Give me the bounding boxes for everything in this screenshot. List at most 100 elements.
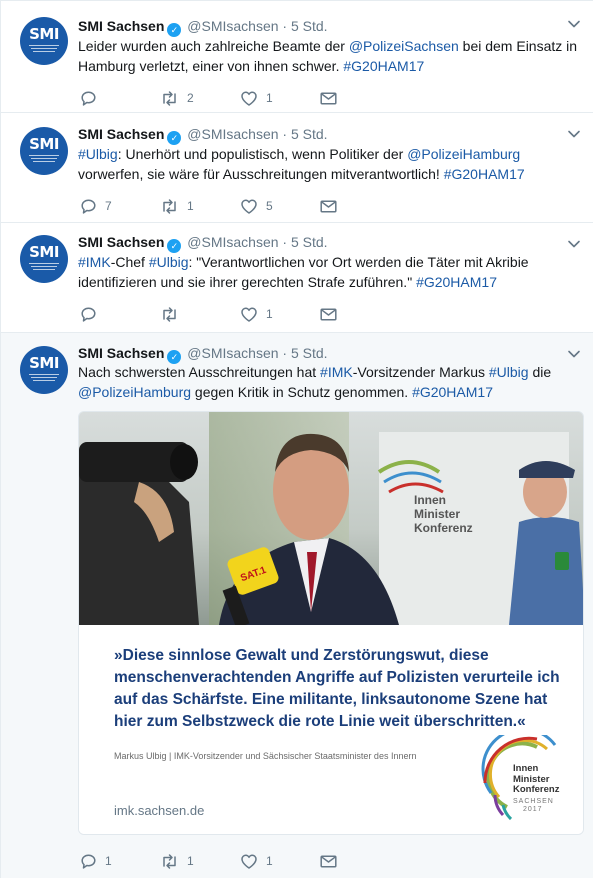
avatar-letters: SMI <box>29 243 59 261</box>
tweet-text: #IMK-Chef #Ulbig: "Verantwortlichen vor … <box>78 253 583 292</box>
tweet-timestamp[interactable]: 5 Std. <box>291 18 328 34</box>
account-handle[interactable]: @SMIsachsen <box>187 234 278 250</box>
retweet-count: 1 <box>187 854 194 868</box>
reply-button[interactable] <box>80 304 105 324</box>
verified-icon: ✓ <box>167 239 182 253</box>
separator-dot: · <box>282 345 288 361</box>
avatar[interactable]: SMI <box>20 127 68 175</box>
direct-message-icon <box>320 199 337 214</box>
avatar-subtext-line <box>33 380 55 381</box>
avatar-subtext-line <box>31 158 57 159</box>
retweet-button[interactable]: 2 <box>160 88 194 108</box>
timeline: SMI SMI Sachsen ✓ @SMIsachsen · 5 Std. Le… <box>0 0 593 878</box>
tweet-text-segment: Nach schwersten Ausschreitungen hat <box>78 364 321 380</box>
hashtag-link[interactable]: #G20HAM17 <box>412 384 493 400</box>
hashtag-link[interactable]: #Ulbig <box>149 254 189 270</box>
chevron-down-icon[interactable] <box>567 17 581 31</box>
hashtag-link[interactable]: #IMK <box>78 254 111 270</box>
chevron-down-icon[interactable] <box>567 347 581 361</box>
svg-text:Minister: Minister <box>414 507 460 521</box>
mention-link[interactable]: @PolizeiHamburg <box>78 384 191 400</box>
like-count: 5 <box>266 199 273 213</box>
verified-icon: ✓ <box>167 131 182 145</box>
tweet-header: SMI Sachsen ✓ @SMIsachsen · 5 Std. <box>78 233 328 253</box>
direct-message-button[interactable] <box>320 851 337 871</box>
retweet-button[interactable] <box>160 304 187 324</box>
avatar-subtext-line <box>29 155 59 156</box>
reply-icon <box>80 198 97 215</box>
retweet-icon <box>160 198 179 215</box>
reply-count: 7 <box>105 199 112 213</box>
imk-logo-line: Innen <box>513 763 539 774</box>
tweet[interactable]: SMI SMI Sachsen ✓ @SMIsachsen · 5 Std. Na… <box>1 333 593 878</box>
hashtag-link[interactable]: #G20HAM17 <box>416 274 497 290</box>
hashtag-link[interactable]: #IMK <box>320 364 353 380</box>
tweet-timestamp[interactable]: 5 Std. <box>291 345 328 361</box>
like-button[interactable]: 1 <box>240 851 273 871</box>
verified-icon: ✓ <box>167 350 182 364</box>
tweet-actions: 7 1 5 <box>78 196 378 216</box>
card-domain[interactable]: imk.sachsen.de <box>114 803 204 818</box>
retweet-button[interactable]: 1 <box>160 196 194 216</box>
direct-message-button[interactable] <box>320 88 337 108</box>
hashtag-link[interactable]: #Ulbig <box>78 146 118 162</box>
account-handle[interactable]: @SMIsachsen <box>187 18 278 34</box>
avatar[interactable]: SMI <box>20 235 68 283</box>
account-handle[interactable]: @SMIsachsen <box>187 345 278 361</box>
reply-button[interactable]: 7 <box>80 196 112 216</box>
tweet-header: SMI Sachsen ✓ @SMIsachsen · 5 Std. <box>78 344 328 364</box>
tweet-text-segment: : Unerhört und populistisch, wenn Politi… <box>117 146 408 162</box>
account-name[interactable]: SMI Sachsen <box>78 345 164 361</box>
tweet-text: Leider wurden auch zahlreiche Beamte der… <box>78 37 583 76</box>
hashtag-link[interactable]: #G20HAM17 <box>444 166 525 182</box>
retweet-button[interactable]: 1 <box>160 851 194 871</box>
tweet-actions: 1 1 1 <box>78 851 378 871</box>
hashtag-link[interactable]: #Ulbig <box>489 364 529 380</box>
tweet[interactable]: SMI SMI Sachsen ✓ @SMIsachsen · 5 Std. Le… <box>1 0 593 113</box>
tweet-text-segment: -Vorsitzender Markus <box>352 364 489 380</box>
link-card[interactable]: Innen Minister Konferenz SAT.1 »Diese si… <box>78 411 584 835</box>
mention-link[interactable]: @PolizeiSachsen <box>349 38 459 54</box>
direct-message-button[interactable] <box>320 304 337 324</box>
tweet-text-segment: -Chef <box>110 254 149 270</box>
tweet-header: SMI Sachsen ✓ @SMIsachsen · 5 Std. <box>78 17 328 37</box>
reply-icon <box>80 853 97 870</box>
card-quote: »Diese sinnlose Gewalt und Zerstörungswu… <box>114 647 560 730</box>
account-handle[interactable]: @SMIsachsen <box>187 126 278 142</box>
tweet-actions: 2 1 <box>78 88 378 108</box>
account-name[interactable]: SMI Sachsen <box>78 126 164 142</box>
avatar[interactable]: SMI <box>20 17 68 65</box>
avatar[interactable]: SMI <box>20 346 68 394</box>
imk-logo-sub-line: 2017 <box>523 806 543 813</box>
tweet-text-segment: Leider wurden auch zahlreiche Beamte der <box>78 38 349 54</box>
avatar-letters: SMI <box>29 25 59 43</box>
account-name[interactable]: SMI Sachsen <box>78 18 164 34</box>
reply-button[interactable]: 1 <box>80 851 112 871</box>
like-button[interactable]: 1 <box>240 88 273 108</box>
tweet[interactable]: SMI SMI Sachsen ✓ @SMIsachsen · 5 Std. #U… <box>1 113 593 223</box>
like-icon <box>240 90 258 107</box>
chevron-down-icon[interactable] <box>567 127 581 141</box>
chevron-down-icon[interactable] <box>567 237 581 251</box>
reply-button[interactable] <box>80 88 105 108</box>
imk-logo-text: Innen Minister Konferenz <box>513 763 559 796</box>
tweet[interactable]: SMI SMI Sachsen ✓ @SMIsachsen · 5 Std. #I… <box>1 223 593 333</box>
direct-message-button[interactable] <box>320 196 337 216</box>
account-name[interactable]: SMI Sachsen <box>78 234 164 250</box>
tweet-timestamp[interactable]: 5 Std. <box>291 234 328 250</box>
avatar-subtext-line <box>33 161 55 162</box>
svg-text:Konferenz: Konferenz <box>414 521 473 535</box>
mention-link[interactable]: @PolizeiHamburg <box>407 146 520 162</box>
hashtag-link[interactable]: #G20HAM17 <box>343 58 424 74</box>
card-photo[interactable]: Innen Minister Konferenz SAT.1 <box>79 412 583 625</box>
direct-message-icon <box>320 91 337 106</box>
like-icon <box>240 198 258 215</box>
avatar-letters: SMI <box>29 354 59 372</box>
avatar-subtext-line <box>31 377 57 378</box>
like-button[interactable]: 5 <box>240 196 273 216</box>
like-button[interactable]: 1 <box>240 304 273 324</box>
tweet-timestamp[interactable]: 5 Std. <box>291 126 328 142</box>
card-body[interactable]: »Diese sinnlose Gewalt und Zerstörungswu… <box>79 625 583 834</box>
tweet-header: SMI Sachsen ✓ @SMIsachsen · 5 Std. <box>78 125 328 145</box>
like-count: 1 <box>266 307 273 321</box>
